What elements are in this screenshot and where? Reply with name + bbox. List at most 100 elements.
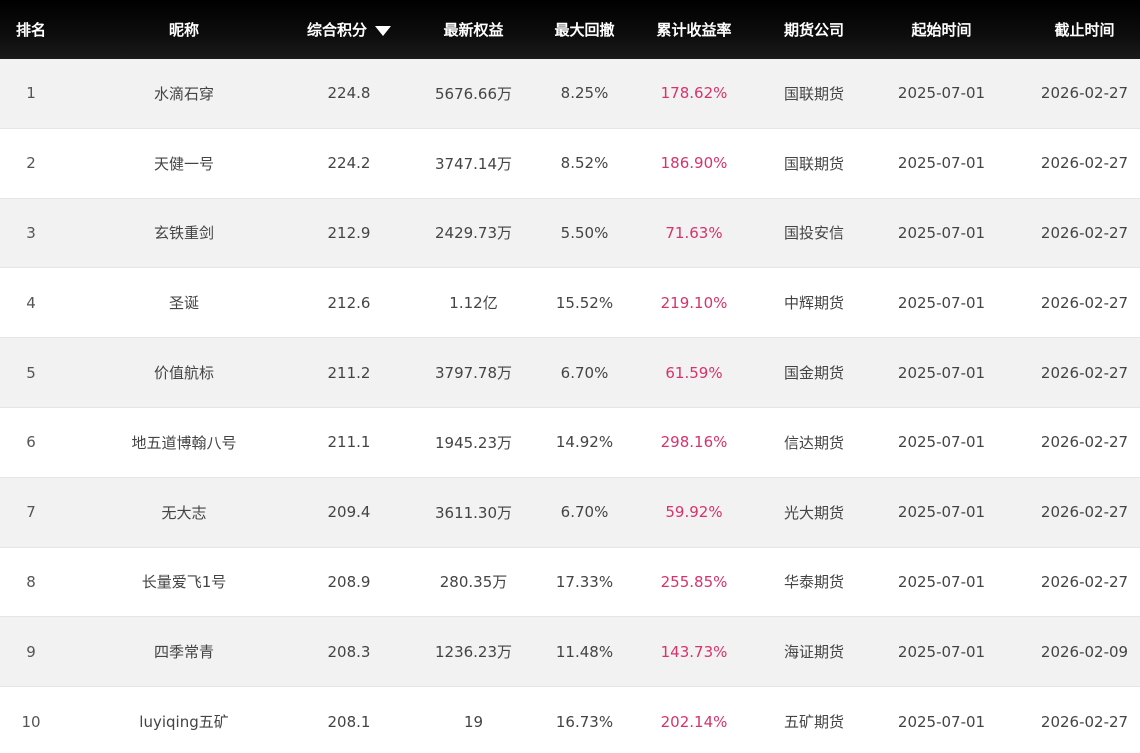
cell-drawdown: 16.73% <box>555 712 614 731</box>
cell-company: 华泰期货 <box>783 573 844 592</box>
header-company[interactable]: 期货公司 <box>774 0 854 59</box>
cell-equity: 3797.78万 <box>434 364 513 383</box>
cell-return: 298.16% <box>660 433 728 452</box>
cell-return: 143.73% <box>660 642 728 661</box>
cell-score: 212.6 <box>327 293 371 312</box>
table-body: 1 水滴石穿 224.8 5676.66万 8.25% 178.62% 国联期货 2025-0… <box>0 59 1140 753</box>
cell-return: 71.63% <box>665 223 723 242</box>
cell-rank: 8 <box>26 572 36 591</box>
cell-start-time: 2025-07-01 <box>897 572 986 591</box>
cell-score: 212.9 <box>327 223 371 242</box>
cell-equity: 3747.14万 <box>434 154 513 173</box>
table-row[interactable]: 5 价值航标 211.2 3797.78万 6.70% 61.59% 国金期货 2025-07… <box>0 338 1140 408</box>
table-row[interactable]: 1 水滴石穿 224.8 5676.66万 8.25% 178.62% 国联期货 2025-0… <box>0 59 1140 129</box>
cell-end-time: 2026-02-27 <box>1040 363 1129 382</box>
cell-nickname[interactable]: 玄铁重剑 <box>62 199 306 268</box>
header-drawdown[interactable]: 最大回撤 <box>555 0 615 59</box>
cell-nickname[interactable]: 地五道博翰八号 <box>62 408 306 477</box>
cell-return: 178.62% <box>660 84 728 103</box>
header-rank[interactable]: 排名 <box>0 0 62 59</box>
cell-return: 255.85% <box>660 572 728 591</box>
cell-rank: 5 <box>26 363 36 382</box>
table-row[interactable]: 2 天健一号 224.2 3747.14万 8.52% 186.90% 国联期货 2025-0… <box>0 128 1140 199</box>
header-start-time[interactable]: 起始时间 <box>854 0 1029 59</box>
cell-rank: 6 <box>26 433 36 452</box>
cell-nickname[interactable]: luyiqing五矿 <box>62 687 306 753</box>
header-return[interactable]: 累计收益率 <box>614 0 774 59</box>
cell-start-time: 2025-07-01 <box>897 712 986 731</box>
table-row[interactable]: 4 圣诞 212.6 1.12亿 15.52% 219.10% 中辉期货 2025-07-01… <box>0 268 1140 339</box>
cell-start-time: 2025-07-01 <box>897 84 986 103</box>
cell-score: 224.2 <box>327 154 371 173</box>
cell-nickname[interactable]: 天健一号 <box>62 129 306 198</box>
ranking-table: 排名 昵称 综合积分 最新权益 最大回撤 累计收益率 期货公司 起始时间 截止时… <box>0 0 1140 753</box>
cell-score: 211.2 <box>327 363 371 382</box>
cell-rank: 1 <box>26 84 36 103</box>
header-score[interactable]: 综合积分 <box>306 0 392 59</box>
cell-drawdown: 11.48% <box>555 642 614 661</box>
cell-end-time: 2026-02-27 <box>1040 223 1129 242</box>
cell-end-time: 2026-02-27 <box>1040 572 1129 591</box>
cell-score: 209.4 <box>327 503 371 522</box>
cell-start-time: 2025-07-01 <box>897 363 986 382</box>
table-row[interactable]: 8 长量爱飞1号 208.9 280.35万 17.33% 255.85% 华泰期货 2025… <box>0 547 1140 618</box>
cell-equity: 1.12亿 <box>449 294 498 313</box>
cell-end-time: 2026-02-27 <box>1040 433 1129 452</box>
table-row[interactable]: 7 无大志 209.4 3611.30万 6.70% 59.92% 光大期货 2025-07-… <box>0 477 1140 548</box>
cell-return: 61.59% <box>665 363 723 382</box>
cell-nickname[interactable]: 长量爱飞1号 <box>62 548 306 617</box>
table-row[interactable]: 9 四季常青 208.3 1236.23万 11.48% 143.73% 海证期货 2025-… <box>0 617 1140 688</box>
cell-start-time: 2025-07-01 <box>897 503 986 522</box>
cell-score: 208.1 <box>327 712 371 731</box>
cell-nickname[interactable]: 价值航标 <box>62 338 306 407</box>
cell-drawdown: 8.25% <box>560 84 609 103</box>
cell-drawdown: 15.52% <box>555 293 614 312</box>
cell-end-time: 2026-02-09 <box>1040 642 1129 661</box>
cell-company: 五矿期货 <box>783 713 844 732</box>
cell-rank: 9 <box>26 642 36 661</box>
cell-company: 国联期货 <box>783 84 844 103</box>
cell-equity: 280.35万 <box>439 573 508 592</box>
cell-company: 国金期货 <box>783 364 844 383</box>
cell-drawdown: 17.33% <box>555 572 614 591</box>
cell-drawdown: 6.70% <box>560 503 609 522</box>
cell-start-time: 2025-07-01 <box>897 642 986 661</box>
cell-equity: 3611.30万 <box>434 503 513 522</box>
header-end-time[interactable]: 截止时间 <box>1029 0 1140 59</box>
cell-rank: 4 <box>26 293 36 312</box>
cell-start-time: 2025-07-01 <box>897 223 986 242</box>
cell-nickname[interactable]: 圣诞 <box>62 268 306 337</box>
header-equity[interactable]: 最新权益 <box>392 0 555 59</box>
cell-end-time: 2026-02-27 <box>1040 293 1129 312</box>
cell-drawdown: 8.52% <box>560 154 609 173</box>
table-row[interactable]: 6 地五道博翰八号 211.1 1945.23万 14.92% 298.16% 信达期货 20… <box>0 407 1140 478</box>
cell-nickname[interactable]: 无大志 <box>62 478 306 547</box>
cell-return: 186.90% <box>660 154 728 173</box>
cell-company: 国联期货 <box>783 154 844 173</box>
table-row[interactable]: 10 luyiqing五矿 208.1 19 16.73% 202.14% 五矿期货 2025… <box>0 687 1140 753</box>
cell-score: 224.8 <box>327 84 371 103</box>
sort-down-icon[interactable] <box>375 25 391 36</box>
cell-drawdown: 14.92% <box>555 433 614 452</box>
cell-start-time: 2025-07-01 <box>897 293 986 312</box>
cell-start-time: 2025-07-01 <box>897 433 986 452</box>
cell-nickname[interactable]: 水滴石穿 <box>62 59 306 128</box>
cell-rank: 7 <box>26 503 36 522</box>
cell-start-time: 2025-07-01 <box>897 154 986 173</box>
cell-return: 202.14% <box>660 712 728 731</box>
header-nickname[interactable]: 昵称 <box>62 0 306 59</box>
cell-drawdown: 5.50% <box>560 223 609 242</box>
cell-nickname[interactable]: 四季常青 <box>62 617 306 686</box>
cell-company: 信达期货 <box>783 433 844 452</box>
cell-company: 海证期货 <box>783 643 844 662</box>
table-row[interactable]: 3 玄铁重剑 212.9 2429.73万 5.50% 71.63% 国投安信 2025-07… <box>0 198 1140 269</box>
cell-score: 208.9 <box>327 572 371 591</box>
cell-end-time: 2026-02-27 <box>1040 503 1129 522</box>
cell-rank: 10 <box>21 712 41 731</box>
cell-rank: 2 <box>26 154 36 173</box>
table-header: 排名 昵称 综合积分 最新权益 最大回撤 累计收益率 期货公司 起始时间 截止时… <box>0 0 1140 59</box>
cell-end-time: 2026-02-27 <box>1040 154 1129 173</box>
cell-company: 中辉期货 <box>783 294 844 313</box>
cell-equity: 1236.23万 <box>434 643 513 662</box>
cell-company: 国投安信 <box>783 224 844 243</box>
